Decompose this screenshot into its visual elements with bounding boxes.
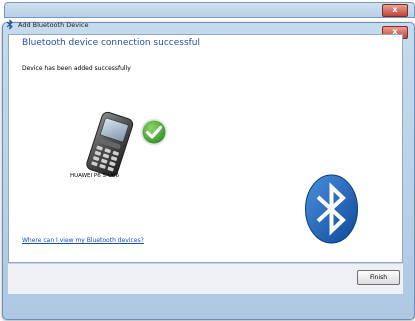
dialog-footer [8, 263, 403, 294]
bluetooth-title-icon [6, 19, 13, 30]
bluetooth-logo-icon [305, 174, 358, 244]
success-check-icon [140, 118, 168, 146]
background-window-close-button[interactable]: x [382, 4, 408, 17]
finish-button[interactable]: Finish [357, 270, 400, 285]
view-bluetooth-devices-link[interactable]: Where can I view my Bluetooth devices? [22, 237, 144, 244]
dialog-title: Add Bluetooth Device [18, 21, 89, 29]
phone-icon [86, 111, 134, 177]
status-message: Device has been added successfully [22, 65, 131, 72]
page-heading: Bluetooth device connection successful [22, 38, 201, 48]
background-window-titlebar: x [4, 2, 415, 18]
device-name-label: HUAWEI P6 S-U06 [70, 173, 119, 179]
